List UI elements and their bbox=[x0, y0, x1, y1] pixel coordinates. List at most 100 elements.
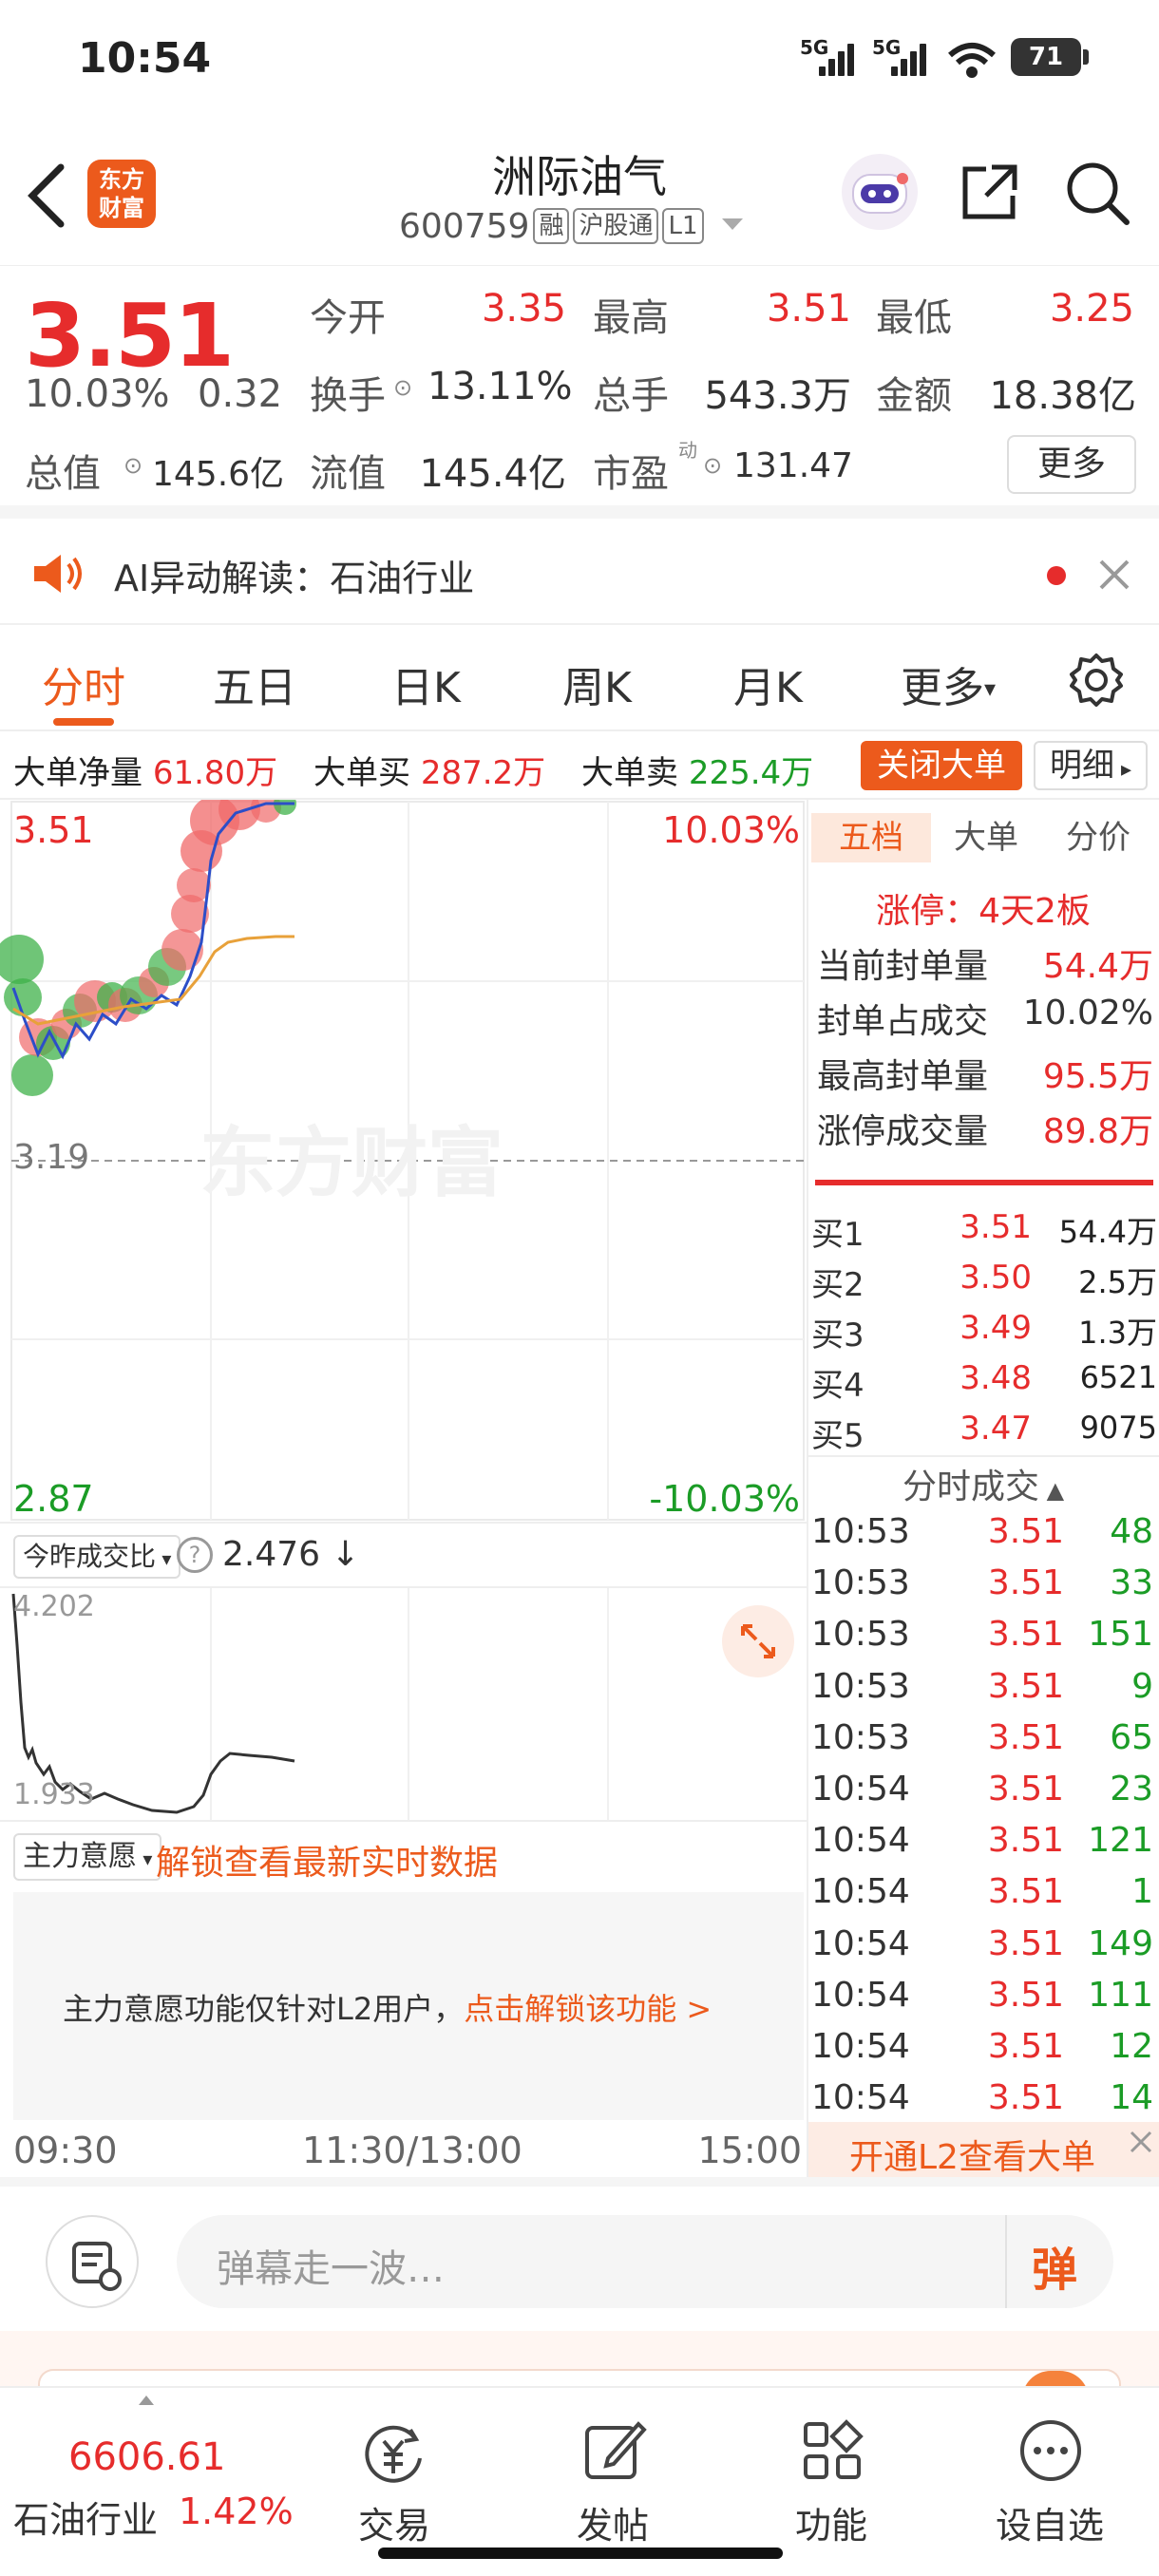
active-tab-indicator bbox=[53, 718, 114, 726]
tab-monthly-k[interactable]: 月K bbox=[733, 653, 803, 714]
nav-functions[interactable]: 功能 bbox=[760, 2388, 902, 2576]
ai-insight-bar[interactable]: AI异动解读：石油行业 bbox=[0, 519, 1159, 625]
ratio-selector[interactable]: 今昨成交比 ▾ bbox=[13, 1535, 181, 1579]
intraday-chart-area[interactable]: 东方财富 3.51 10.03% 3.19 2.87 -10.03% bbox=[0, 800, 808, 1522]
l2-banner-close-icon[interactable] bbox=[1129, 2130, 1153, 2154]
sector-index[interactable]: 6606.61 石油行业 1.42% bbox=[0, 2388, 294, 2576]
tick-row: 10:54 3.51 12 bbox=[808, 2023, 1159, 2074]
bid-volume: 9075 bbox=[1079, 1410, 1157, 1446]
time-mid: 11:30/13:00 bbox=[302, 2130, 522, 2171]
bid-row[interactable]: 买2 3.50 2.5万 bbox=[808, 1253, 1159, 1304]
ratio-caret-icon: ▾ bbox=[156, 1547, 172, 1570]
expand-button[interactable] bbox=[722, 1605, 794, 1677]
sell-label: 大单卖 bbox=[581, 754, 678, 792]
help-icon[interactable]: ? bbox=[177, 1537, 213, 1573]
close-icon[interactable] bbox=[1098, 559, 1130, 591]
turnover-info-icon[interactable]: ⊙ bbox=[393, 374, 412, 401]
tab-daily-k[interactable]: 日K bbox=[391, 653, 461, 714]
danmu-bar: 弹幕走一波… 弹 bbox=[0, 2187, 1159, 2329]
main-force-header: 主力意愿 ▾ 解锁查看最新实时数据 bbox=[0, 1820, 808, 1892]
l2-unlock-link[interactable]: 点击解锁该功能 > bbox=[464, 1991, 712, 2027]
ai-insight-text: AI异动解读：石油行业 bbox=[114, 549, 474, 601]
tab-intraday[interactable]: 分时 bbox=[42, 653, 125, 714]
panel-divider bbox=[807, 800, 808, 2177]
tick-time: 10:54 bbox=[811, 1975, 910, 2015]
tick-volume: 1 bbox=[1131, 1872, 1153, 1912]
net-label: 大单净量 bbox=[13, 754, 142, 792]
pe-dynamic-sup: 动 bbox=[678, 439, 697, 462]
detail-arrow-icon: ▸ bbox=[1113, 758, 1132, 782]
more-quote-button[interactable]: 更多 bbox=[1007, 435, 1136, 494]
detail-button[interactable]: 明细 ▸ bbox=[1034, 741, 1148, 790]
danmu-list-icon bbox=[72, 2242, 122, 2291]
l2-banner[interactable]: 开通L2查看大单 bbox=[808, 2122, 1159, 2177]
tick-time: 10:54 bbox=[811, 1821, 910, 1861]
main-force-selector[interactable]: 主力意愿 ▾ bbox=[13, 1833, 162, 1881]
tab-five-level[interactable]: 五档 bbox=[811, 813, 931, 862]
ai-prefix: AI异动解读： bbox=[114, 558, 331, 599]
danmu-list-button[interactable] bbox=[46, 2215, 139, 2308]
l2-notice-panel[interactable]: 主力意愿功能仅针对L2用户，点击解锁该功能 > bbox=[13, 1892, 804, 2120]
pe-label: 市盈 bbox=[593, 452, 669, 496]
tab-more-caret-icon: ▾ bbox=[984, 675, 997, 702]
sector-index-name: 石油行业 bbox=[13, 2499, 159, 2541]
tick-row: 10:54 3.51 14 bbox=[808, 2074, 1159, 2126]
tab-five-day[interactable]: 五日 bbox=[213, 653, 296, 714]
tick-time: 10:54 bbox=[811, 1770, 910, 1809]
expand-icon bbox=[741, 1624, 775, 1658]
sector-index-value: 6606.61 bbox=[68, 2435, 226, 2479]
net-value: 61.80万 bbox=[152, 754, 278, 792]
ai-robot-icon[interactable] bbox=[840, 152, 920, 232]
nav-trade-label: 交易 bbox=[357, 2505, 430, 2547]
close-big-order-button[interactable]: 关闭大单 bbox=[861, 741, 1022, 790]
stock-header: 东方 财富 洲际油气 600759 融沪股通 L1 bbox=[0, 123, 1159, 266]
pe-info-icon[interactable]: ⊙ bbox=[703, 452, 722, 479]
tick-volume: 65 bbox=[1110, 1717, 1153, 1757]
ratio-min-label: 1.933 bbox=[13, 1778, 95, 1811]
tick-row: 10:53 3.51 65 bbox=[808, 1714, 1159, 1766]
section-divider bbox=[0, 2177, 1159, 2187]
more-options-icon bbox=[1020, 2420, 1081, 2481]
share-icon[interactable] bbox=[960, 161, 1020, 222]
nav-add-watchlist[interactable]: 设自选 bbox=[978, 2388, 1121, 2576]
tick-volume: 151 bbox=[1088, 1615, 1153, 1655]
float-value: 145.4亿 bbox=[419, 452, 566, 496]
tab-price-dist[interactable]: 分价 bbox=[1041, 813, 1155, 862]
tick-row: 10:54 3.51 1 bbox=[808, 1868, 1159, 1920]
tick-price: 3.51 bbox=[987, 1512, 1064, 1551]
tick-row: 10:53 3.51 33 bbox=[808, 1560, 1159, 1611]
home-indicator[interactable] bbox=[378, 2548, 783, 2559]
tick-price: 3.51 bbox=[987, 1770, 1064, 1809]
stock-code-line: 600759 融沪股通 L1 bbox=[399, 207, 745, 246]
bid-label: 买5 bbox=[811, 1417, 864, 1455]
intraday-chart[interactable]: 东方财富 bbox=[0, 800, 808, 1522]
danmu-input[interactable]: 弹幕走一波… 弹 bbox=[177, 2215, 1113, 2308]
big-order-net: 大单净量 61.80万 bbox=[13, 747, 277, 793]
tick-price: 3.51 bbox=[987, 1563, 1064, 1603]
post-edit-icon bbox=[585, 2421, 647, 2479]
tick-price: 3.51 bbox=[987, 1615, 1064, 1655]
tab-big-order[interactable]: 大单 bbox=[931, 813, 1041, 862]
limit-stat-label: 当前封单量 bbox=[817, 947, 989, 986]
bid-row[interactable]: 买5 3.47 9075 bbox=[808, 1404, 1159, 1455]
limit-stat-label: 最高封单量 bbox=[817, 1057, 989, 1096]
mktcap-info-icon[interactable]: ⊙ bbox=[124, 452, 142, 479]
settings-gear-icon[interactable] bbox=[1068, 652, 1125, 709]
danmu-send-button[interactable]: 弹 bbox=[1032, 2232, 1077, 2299]
bid-row[interactable]: 买3 3.49 1.3万 bbox=[808, 1303, 1159, 1354]
tab-weekly-k[interactable]: 周K bbox=[562, 653, 632, 714]
bid-row[interactable]: 买4 3.48 6521 bbox=[808, 1354, 1159, 1405]
ticks-header[interactable]: 分时成交 ▲ bbox=[808, 1459, 1159, 1508]
bid-volume: 2.5万 bbox=[1078, 1264, 1157, 1300]
tick-price: 3.51 bbox=[987, 2027, 1064, 2066]
ratio-chart bbox=[11, 1588, 609, 1820]
tick-volume: 9 bbox=[1131, 1666, 1153, 1706]
bid-row[interactable]: 买1 3.51 54.4万 bbox=[808, 1203, 1159, 1254]
amount-value: 18.38亿 bbox=[989, 374, 1136, 418]
dropdown-arrow-icon[interactable] bbox=[720, 215, 745, 234]
tab-more[interactable]: 更多▾ bbox=[901, 653, 996, 714]
search-icon[interactable] bbox=[1064, 160, 1130, 226]
unlock-link[interactable]: 解锁查看最新实时数据 bbox=[156, 1835, 498, 1885]
ratio-header: 今昨成交比 ▾ ? 2.476 ↓ bbox=[0, 1522, 808, 1588]
high-value: 3.51 bbox=[766, 287, 851, 331]
